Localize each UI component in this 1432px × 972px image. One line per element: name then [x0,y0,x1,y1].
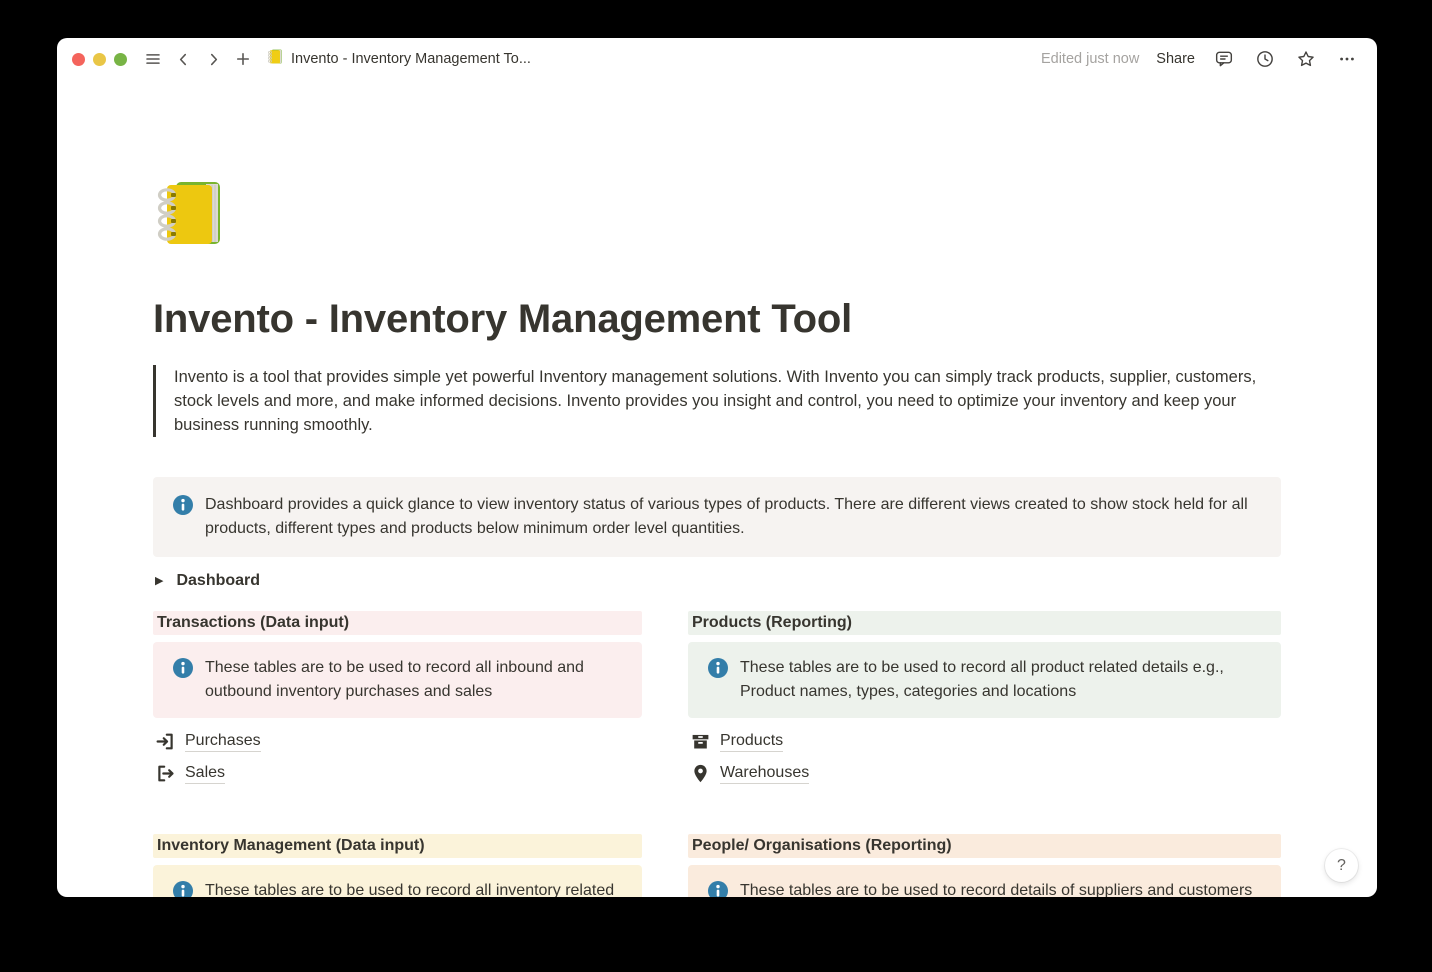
location-pin-icon [690,763,711,784]
back-icon[interactable] [171,47,195,71]
notion-window: Invento - Inventory Management To... Edi… [57,38,1377,897]
notebook-page-icon [267,48,284,70]
help-button[interactable]: ? [1325,849,1358,882]
section-callout: These tables are to be used to record al… [688,642,1281,718]
history-icon[interactable] [1253,47,1277,71]
more-options-icon[interactable] [1335,47,1359,71]
toggle-label: Dashboard [176,572,260,590]
page-link-purchases[interactable]: Purchases [153,730,263,753]
quote-block: Invento is a tool that provides simple y… [153,365,1281,437]
door-in-icon [155,731,176,752]
page-link-label: Warehouses [720,764,809,784]
door-out-icon [155,763,176,784]
page-link-products[interactable]: Products [688,730,785,753]
dashboard-info-callout: Dashboard provides a quick glance to vie… [153,477,1281,557]
page-link-label: Purchases [185,732,261,752]
section-header: Inventory Management (Data input) [153,834,642,858]
share-button[interactable]: Share [1156,51,1195,67]
minimize-button[interactable] [93,53,106,66]
page-content: Invento - Inventory Management Tool Inve… [57,80,1377,897]
callout-text: These tables are to be used to record al… [740,656,1269,704]
section-header: Transactions (Data input) [153,611,642,635]
info-icon [173,495,193,515]
edited-status: Edited just now [1041,51,1139,67]
callout-text: These tables are to be used to record al… [205,879,630,897]
info-icon [708,658,728,678]
section-transactions: Transactions (Data input) These tables a… [153,611,642,794]
callout-text: Dashboard provides a quick glance to vie… [205,493,1265,541]
section-products: Products (Reporting) These tables are to… [688,611,1281,794]
titlebar: Invento - Inventory Management To... Edi… [57,38,1377,80]
breadcrumb-current-page[interactable]: Invento - Inventory Management To... [267,48,531,70]
desktop-background: Invento - Inventory Management To... Edi… [0,0,1432,972]
window-controls [72,53,127,66]
page-title: Invento - Inventory Management Tool [153,295,1281,343]
section-callout: These tables are to be used to record al… [153,865,642,897]
titlebar-page-title: Invento - Inventory Management To... [291,51,531,67]
section-callout: These tables are to be used to record de… [688,865,1281,897]
page-link-sales[interactable]: Sales [153,762,227,785]
section-people-organisations: People/ Organisations (Reporting) These … [688,834,1281,897]
box-icon [690,731,711,752]
new-page-icon[interactable] [231,47,255,71]
dashboard-toggle[interactable]: ▶ Dashboard [153,569,262,593]
section-callout: These tables are to be used to record al… [153,642,642,718]
callout-text: These tables are to be used to record de… [740,879,1252,897]
section-header: People/ Organisations (Reporting) [688,834,1281,858]
forward-icon[interactable] [201,47,225,71]
favorite-star-icon[interactable] [1294,47,1318,71]
page-link-label: Sales [185,764,225,784]
info-icon [173,881,193,897]
zoom-button[interactable] [114,53,127,66]
info-icon [173,658,193,678]
page-icon-notebook[interactable] [153,175,231,251]
sidebar-menu-icon[interactable] [141,47,165,71]
callout-text: These tables are to be used to record al… [205,656,630,704]
info-icon [708,881,728,897]
close-button[interactable] [72,53,85,66]
section-inventory-management: Inventory Management (Data input) These … [153,834,642,897]
page-link-warehouses[interactable]: Warehouses [688,762,811,785]
comments-icon[interactable] [1212,47,1236,71]
section-header: Products (Reporting) [688,611,1281,635]
page-link-label: Products [720,732,783,752]
toggle-triangle-icon: ▶ [155,574,163,587]
